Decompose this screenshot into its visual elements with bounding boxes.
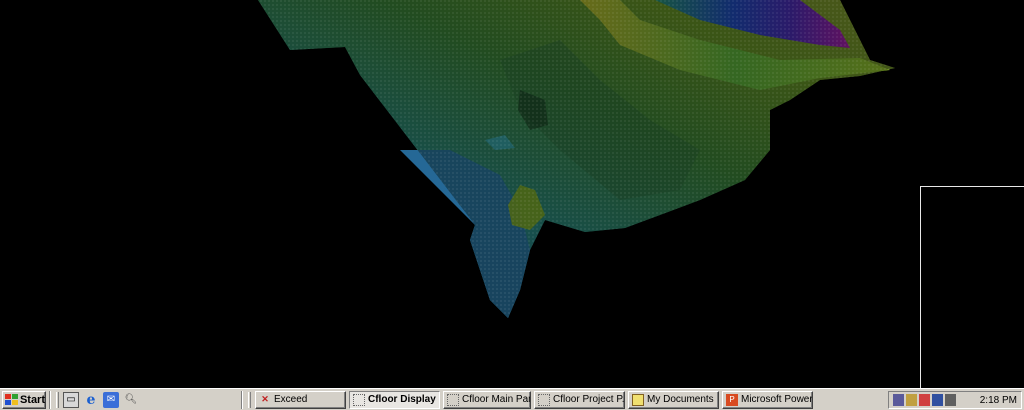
start-button[interactable]: Start — [2, 390, 46, 409]
outlook-icon[interactable]: ✉ — [103, 391, 119, 408]
cfloor-icon — [447, 393, 459, 406]
task-label: Cfloor Project P... — [553, 394, 625, 405]
task-button-powerpoint[interactable]: P Microsoft Power... — [722, 390, 813, 409]
volume-icon[interactable] — [906, 394, 917, 406]
internet-explorer-icon[interactable]: e — [83, 392, 99, 408]
exceed-icon: ✕ — [261, 394, 269, 404]
panel-outline — [920, 186, 1024, 388]
cfloor-icon — [353, 393, 365, 406]
task-button-cfloor-main-panel[interactable]: Cfloor Main Panel — [443, 390, 531, 409]
network-icon[interactable] — [893, 394, 904, 406]
toolbar-grip[interactable] — [248, 391, 251, 408]
printer-icon[interactable] — [945, 394, 956, 406]
display-icon[interactable] — [932, 394, 943, 406]
windows-logo-icon — [5, 393, 18, 406]
task-label: My Documents — [647, 394, 714, 405]
task-button-my-documents[interactable]: My Documents — [628, 390, 719, 409]
task-label: Cfloor Main Panel — [462, 394, 530, 405]
quick-launch: ▭ e ✉ 🔍︎ — [61, 391, 141, 408]
task-button-cfloor-project[interactable]: Cfloor Project P... — [534, 390, 625, 409]
folder-icon — [632, 393, 644, 406]
task-label: Cfloor Display ... — [368, 394, 440, 405]
powerpoint-icon: P — [726, 393, 738, 406]
clock[interactable]: 2:18 PM — [980, 395, 1017, 406]
task-button-exceed[interactable]: ✕ Exceed — [255, 390, 346, 409]
task-label: Exceed — [274, 394, 308, 405]
terrain-surface — [258, 0, 895, 318]
system-tray: 2:18 PM — [888, 391, 1022, 409]
antivirus-icon[interactable] — [919, 394, 930, 406]
start-label: Start — [19, 393, 45, 406]
taskbar: Start ▭ e ✉ 🔍︎ ✕ Exceed Cfloor Display .… — [0, 388, 1024, 410]
task-button-cfloor-display[interactable]: Cfloor Display ... — [349, 390, 440, 409]
task-buttons: ✕ Exceed Cfloor Display ... Cfloor Main … — [255, 389, 816, 410]
show-desktop-icon[interactable]: ▭ — [63, 391, 79, 408]
display-viewport[interactable] — [0, 0, 1024, 388]
search-icon[interactable]: 🔍︎ — [123, 392, 139, 408]
task-label: Microsoft Power... — [741, 394, 813, 405]
taskbar-separator — [49, 390, 51, 409]
cfloor-icon — [538, 393, 550, 406]
taskbar-separator — [241, 390, 243, 409]
toolbar-grip[interactable] — [56, 391, 59, 408]
